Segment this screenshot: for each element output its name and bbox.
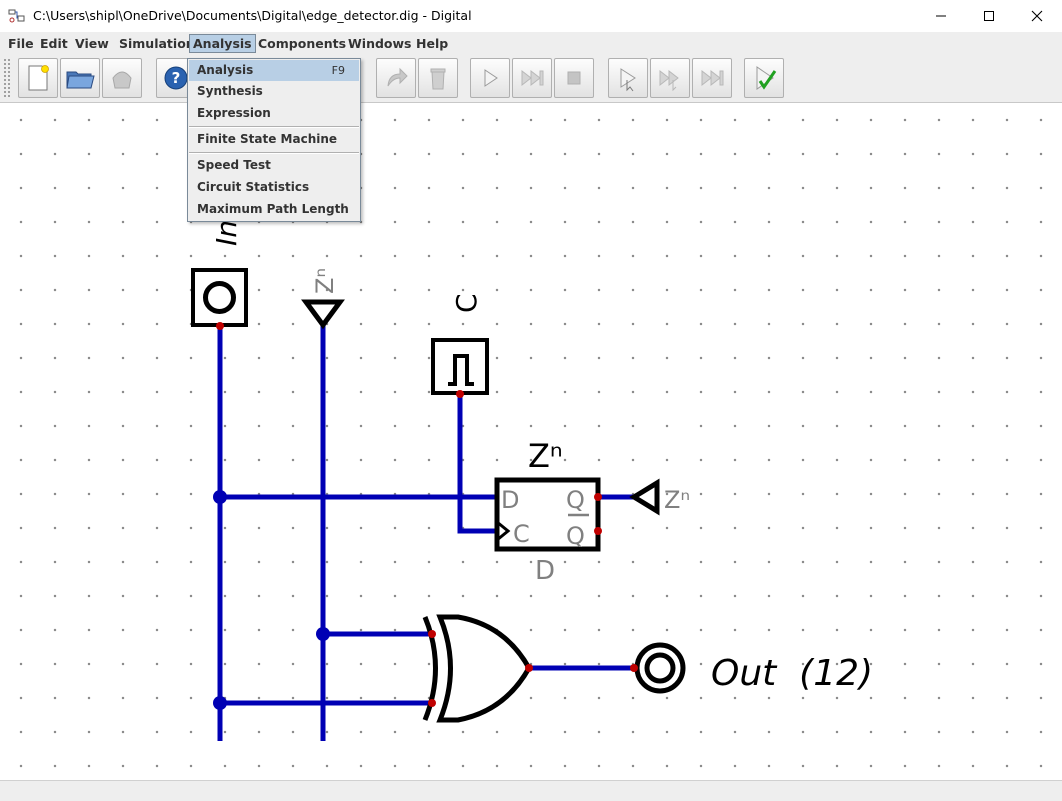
menu-bar: File Edit View Simulation Analysis Compo… [0,32,1062,54]
menu-analysis[interactable]: Analysis [189,34,256,53]
svg-text:?: ? [172,69,181,87]
tunnel-zn-out-label: Zⁿ [664,486,690,514]
menu-windows[interactable]: Windows [345,35,415,52]
clock-c-label: C [450,293,483,313]
dff-pin-c: C [513,520,530,548]
menu-item-label: Synthesis [197,84,263,98]
dff-pin-q: Q [566,486,585,514]
toolbar: ? [0,54,1062,103]
menu-simulation[interactable]: Simulation [116,35,198,52]
dff-pin-d: D [501,486,519,514]
xor-gate[interactable] [422,614,533,723]
fast-forward-button[interactable] [512,58,552,98]
check-button[interactable] [744,58,784,98]
circuit-diagram[interactable]: In Zⁿ C Zⁿ D C Q Q D Zⁿ Out (12) [0,103,1062,780]
close-button[interactable] [1014,0,1060,32]
wire-junctions [213,490,330,710]
analysis-menu-item-fsm[interactable]: Finite State Machine [189,129,359,150]
new-file-button[interactable] [18,58,58,98]
dff-title: Zⁿ [528,437,563,475]
title-bar: C:\Users\shipl\OneDrive\Documents\Digita… [0,0,1062,32]
menu-item-label: Expression [197,106,271,120]
check-icon [756,66,777,90]
menu-item-label: Circuit Statistics [197,180,310,194]
menu-separator [189,126,359,128]
fast-forward-icon [521,69,544,87]
horizontal-scrollbar[interactable] [0,780,1062,801]
step-fast-button[interactable] [692,58,732,98]
delete-button[interactable] [418,58,458,98]
menu-item-label: Maximum Path Length [197,202,349,216]
input-in[interactable]: In [191,220,248,330]
close-icon [1031,10,1043,22]
minimize-icon [936,15,946,17]
toolbar-grip[interactable] [3,58,11,98]
window-title: C:\Users\shipl\OneDrive\Documents\Digita… [33,8,472,23]
help-icon: ? [164,66,188,90]
menu-item-label: Finite State Machine [197,132,338,146]
redo-button[interactable] [376,58,416,98]
clock-c[interactable]: C [431,293,489,398]
step-button[interactable] [608,58,648,98]
open-file-icon [66,71,95,89]
analysis-menu-item-analysis[interactable]: Analysis F9 [189,60,359,81]
step-icon [620,68,636,92]
menu-item-label: Speed Test [197,158,271,172]
step-multiple-button[interactable] [650,58,690,98]
dff-pin-qn: Q [566,522,585,550]
output-out[interactable]: Out (12) [630,642,873,694]
output-out-label: Out (12) [711,653,873,694]
new-file-icon [28,65,49,91]
delete-icon [430,68,446,90]
open-file-button[interactable] [60,58,100,98]
step-multiple-icon [659,69,679,92]
save-button[interactable] [102,58,142,98]
run-button[interactable] [470,58,510,98]
minimize-button[interactable] [918,0,964,32]
stop-icon [567,71,581,85]
input-in-label: In [210,220,243,246]
menu-file[interactable]: File [5,35,37,52]
maximize-icon [984,11,994,21]
analysis-menu-item-max-path-length[interactable]: Maximum Path Length [189,199,359,220]
step-fast-icon [701,69,724,87]
run-icon [484,69,498,87]
stop-button[interactable] [554,58,594,98]
save-icon [112,71,132,89]
analysis-menu-item-synthesis[interactable]: Synthesis [189,81,359,102]
menu-item-accelerator: F9 [331,64,345,77]
menu-components[interactable]: Components [255,35,349,52]
analysis-menu: Analysis F9 Synthesis Expression Finite … [187,58,361,222]
tunnel-zn-label: Zⁿ [311,268,339,294]
menu-view[interactable]: View [72,35,112,52]
analysis-menu-item-expression[interactable]: Expression [189,103,359,124]
tunnel-zn[interactable]: Zⁿ [301,268,345,330]
menu-help[interactable]: Help [413,35,451,52]
menu-separator [189,152,359,154]
tunnel-zn-out[interactable]: Zⁿ [629,478,690,516]
app-icon [8,9,25,23]
menu-item-label: Analysis [197,63,254,77]
dff-type-label: D [535,556,555,586]
d-flip-flop[interactable]: Zⁿ D C Q Q D [494,437,602,586]
maximize-button[interactable] [966,0,1012,32]
analysis-menu-item-speed-test[interactable]: Speed Test [189,155,359,176]
redo-icon [387,67,408,87]
menu-edit[interactable]: Edit [37,35,71,52]
analysis-menu-item-circuit-statistics[interactable]: Circuit Statistics [189,177,359,198]
